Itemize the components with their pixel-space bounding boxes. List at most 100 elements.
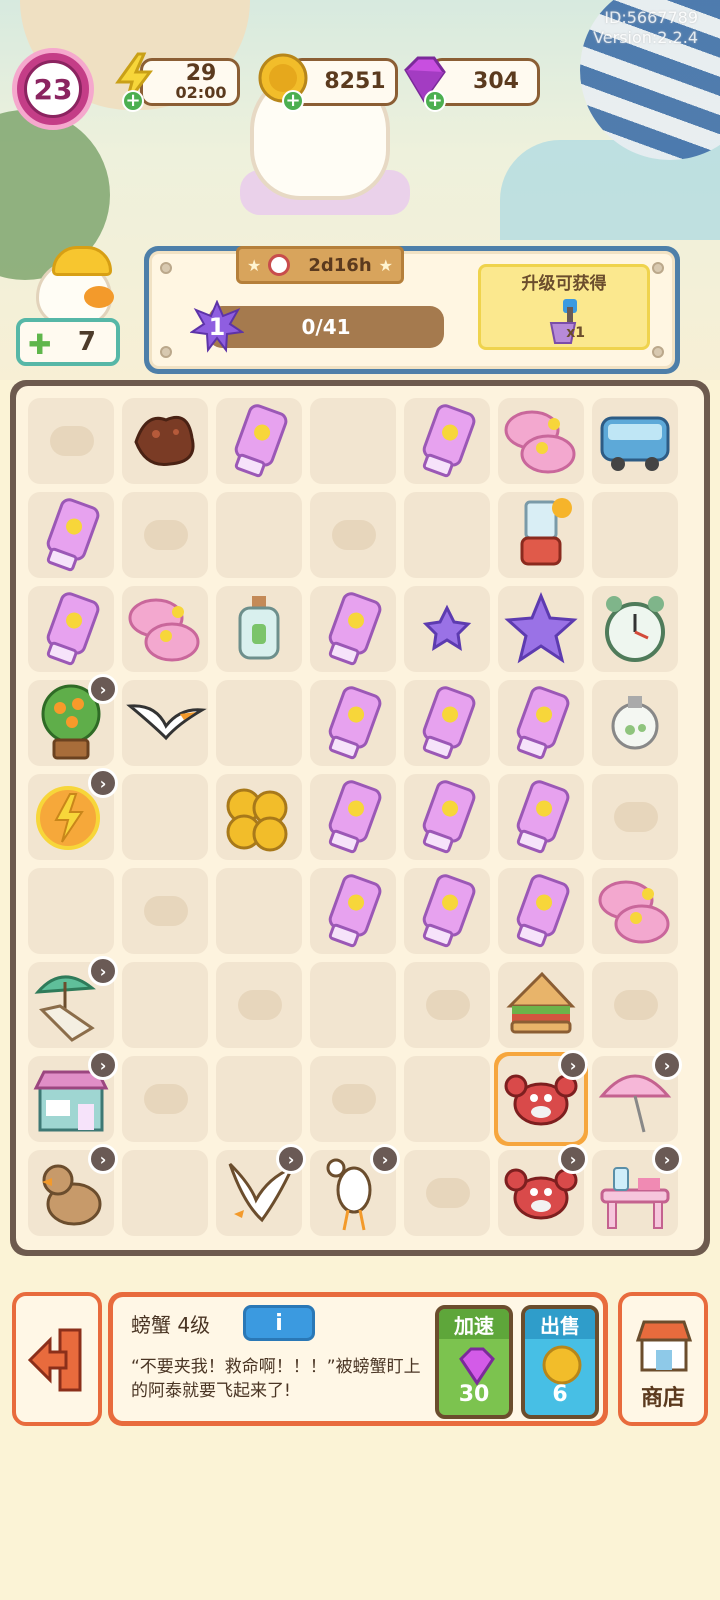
exit-button[interactable]	[12, 1292, 102, 1426]
board-cell[interactable]	[592, 774, 678, 860]
speed-up-button[interactable]: 加速 30	[435, 1305, 513, 1419]
board-grid: › › › › › › › › › › ›	[16, 386, 704, 1250]
clover-icon: ✚	[28, 328, 52, 361]
version-text: Version:2.2.4	[593, 28, 698, 47]
board-cell[interactable]	[592, 962, 678, 1048]
shop-icon	[635, 1320, 693, 1372]
slippers-icon[interactable]	[592, 868, 678, 954]
board-cell[interactable]	[28, 398, 114, 484]
cloud-placeholder	[614, 802, 658, 832]
star-counter[interactable]: ✚ 7	[16, 318, 120, 366]
board-cell[interactable]	[592, 492, 678, 578]
star-big-icon[interactable]	[498, 586, 584, 672]
producer-badge-icon: ›	[88, 1050, 118, 1080]
cloud-placeholder	[332, 1084, 376, 1114]
event-timer: 2d16h	[308, 254, 372, 276]
sunscreen-icon[interactable]	[310, 868, 396, 954]
board-cell[interactable]	[122, 1150, 208, 1236]
board-cell[interactable]	[216, 868, 302, 954]
producer-badge-icon: ›	[88, 956, 118, 986]
event-timer-banner: ★ 2d16h ★	[236, 246, 404, 284]
producer-badge-icon: ›	[276, 1144, 306, 1174]
add-energy-button[interactable]: +	[122, 90, 144, 112]
shop-label: 商店	[640, 1386, 685, 1411]
producer-badge-icon: ›	[558, 1144, 588, 1174]
worker-duck-avatar[interactable]	[22, 240, 122, 330]
blender-icon[interactable]	[498, 492, 584, 578]
sunscreen-icon[interactable]	[498, 774, 584, 860]
energy-timer: 02:00	[175, 83, 227, 102]
board-cell[interactable]	[216, 1056, 302, 1142]
sunscreen-icon[interactable]	[28, 586, 114, 672]
board-cell[interactable]	[122, 774, 208, 860]
bulb-icon[interactable]	[592, 680, 678, 766]
mud-icon[interactable]	[122, 398, 208, 484]
player-level: 23	[24, 60, 82, 118]
cloud-placeholder	[144, 1084, 188, 1114]
sandwich-icon[interactable]	[498, 962, 584, 1048]
slippers-icon[interactable]	[498, 398, 584, 484]
board-cell[interactable]	[28, 868, 114, 954]
task-progress-text: 0/41	[301, 315, 351, 339]
board-cell[interactable]	[216, 680, 302, 766]
item-name: 螃蟹 4级	[131, 1313, 211, 1337]
level-reward-box[interactable]: 升级可获得 x1	[478, 264, 650, 350]
clock-icon	[268, 254, 291, 276]
board-cell[interactable]	[122, 1056, 208, 1142]
board-cell[interactable]	[310, 398, 396, 484]
sunscreen-icon[interactable]	[404, 774, 490, 860]
sunscreen-icon[interactable]	[28, 492, 114, 578]
sunscreen-icon[interactable]	[404, 680, 490, 766]
gem-value: 304	[473, 69, 519, 94]
board-cell[interactable]	[404, 962, 490, 1048]
producer-badge-icon: ›	[652, 1144, 682, 1174]
sunscreen-icon[interactable]	[310, 680, 396, 766]
shop-button[interactable]: 商店	[618, 1292, 708, 1426]
board-cell[interactable]	[216, 962, 302, 1048]
task-level-star: 1	[189, 299, 245, 354]
cloud-placeholder	[144, 896, 188, 926]
sunscreen-icon[interactable]	[498, 680, 584, 766]
bottle-icon[interactable]	[216, 586, 302, 672]
board-cell[interactable]	[122, 962, 208, 1048]
board-cell[interactable]	[404, 1150, 490, 1236]
board-cell[interactable]	[404, 492, 490, 578]
slippers-icon[interactable]	[122, 586, 208, 672]
cloud-placeholder	[426, 990, 470, 1020]
star-small-icon[interactable]	[404, 586, 490, 672]
add-coins-button[interactable]: +	[282, 90, 304, 112]
producer-badge-icon: ›	[370, 1144, 400, 1174]
item-info-button[interactable]: i	[243, 1305, 315, 1341]
coins-icon[interactable]	[216, 774, 302, 860]
cloud-placeholder	[238, 990, 282, 1020]
item-description: “不要夹我！救命啊！！！”被螃蟹盯上的阿泰就要飞起来了!	[131, 1357, 421, 1401]
board-cell[interactable]	[216, 492, 302, 578]
board-cell[interactable]	[122, 492, 208, 578]
board-cell[interactable]	[404, 1056, 490, 1142]
producer-badge-icon: ›	[88, 1144, 118, 1174]
sunscreen-icon[interactable]	[404, 398, 490, 484]
bus-icon[interactable]	[592, 398, 678, 484]
producer-badge-icon: ›	[652, 1050, 682, 1080]
energy-value: 29	[185, 61, 217, 86]
board-cell[interactable]	[310, 492, 396, 578]
board-cell[interactable]	[310, 1056, 396, 1142]
sunscreen-icon[interactable]	[216, 398, 302, 484]
cloud-placeholder	[332, 520, 376, 550]
sunscreen-icon[interactable]	[404, 868, 490, 954]
sunscreen-icon[interactable]	[310, 774, 396, 860]
sunscreen-icon[interactable]	[498, 868, 584, 954]
clock-icon[interactable]	[592, 586, 678, 672]
task-panel[interactable]: ★ 2d16h ★ 0/41 1 升级可获得 x1	[144, 246, 680, 374]
player-level-badge[interactable]: 23	[12, 48, 94, 130]
star-count-value: 7	[77, 327, 96, 357]
sell-button[interactable]: 出售 6	[521, 1305, 599, 1419]
seagull-fly-icon[interactable]	[122, 680, 208, 766]
cloud-placeholder	[144, 520, 188, 550]
board-cell[interactable]	[310, 962, 396, 1048]
board-cell[interactable]	[122, 868, 208, 954]
task-level: 1	[208, 313, 226, 341]
add-gems-button[interactable]: +	[424, 90, 446, 112]
version-info: ID:5667789 Version:2.2.4	[593, 8, 698, 48]
sunscreen-icon[interactable]	[310, 586, 396, 672]
